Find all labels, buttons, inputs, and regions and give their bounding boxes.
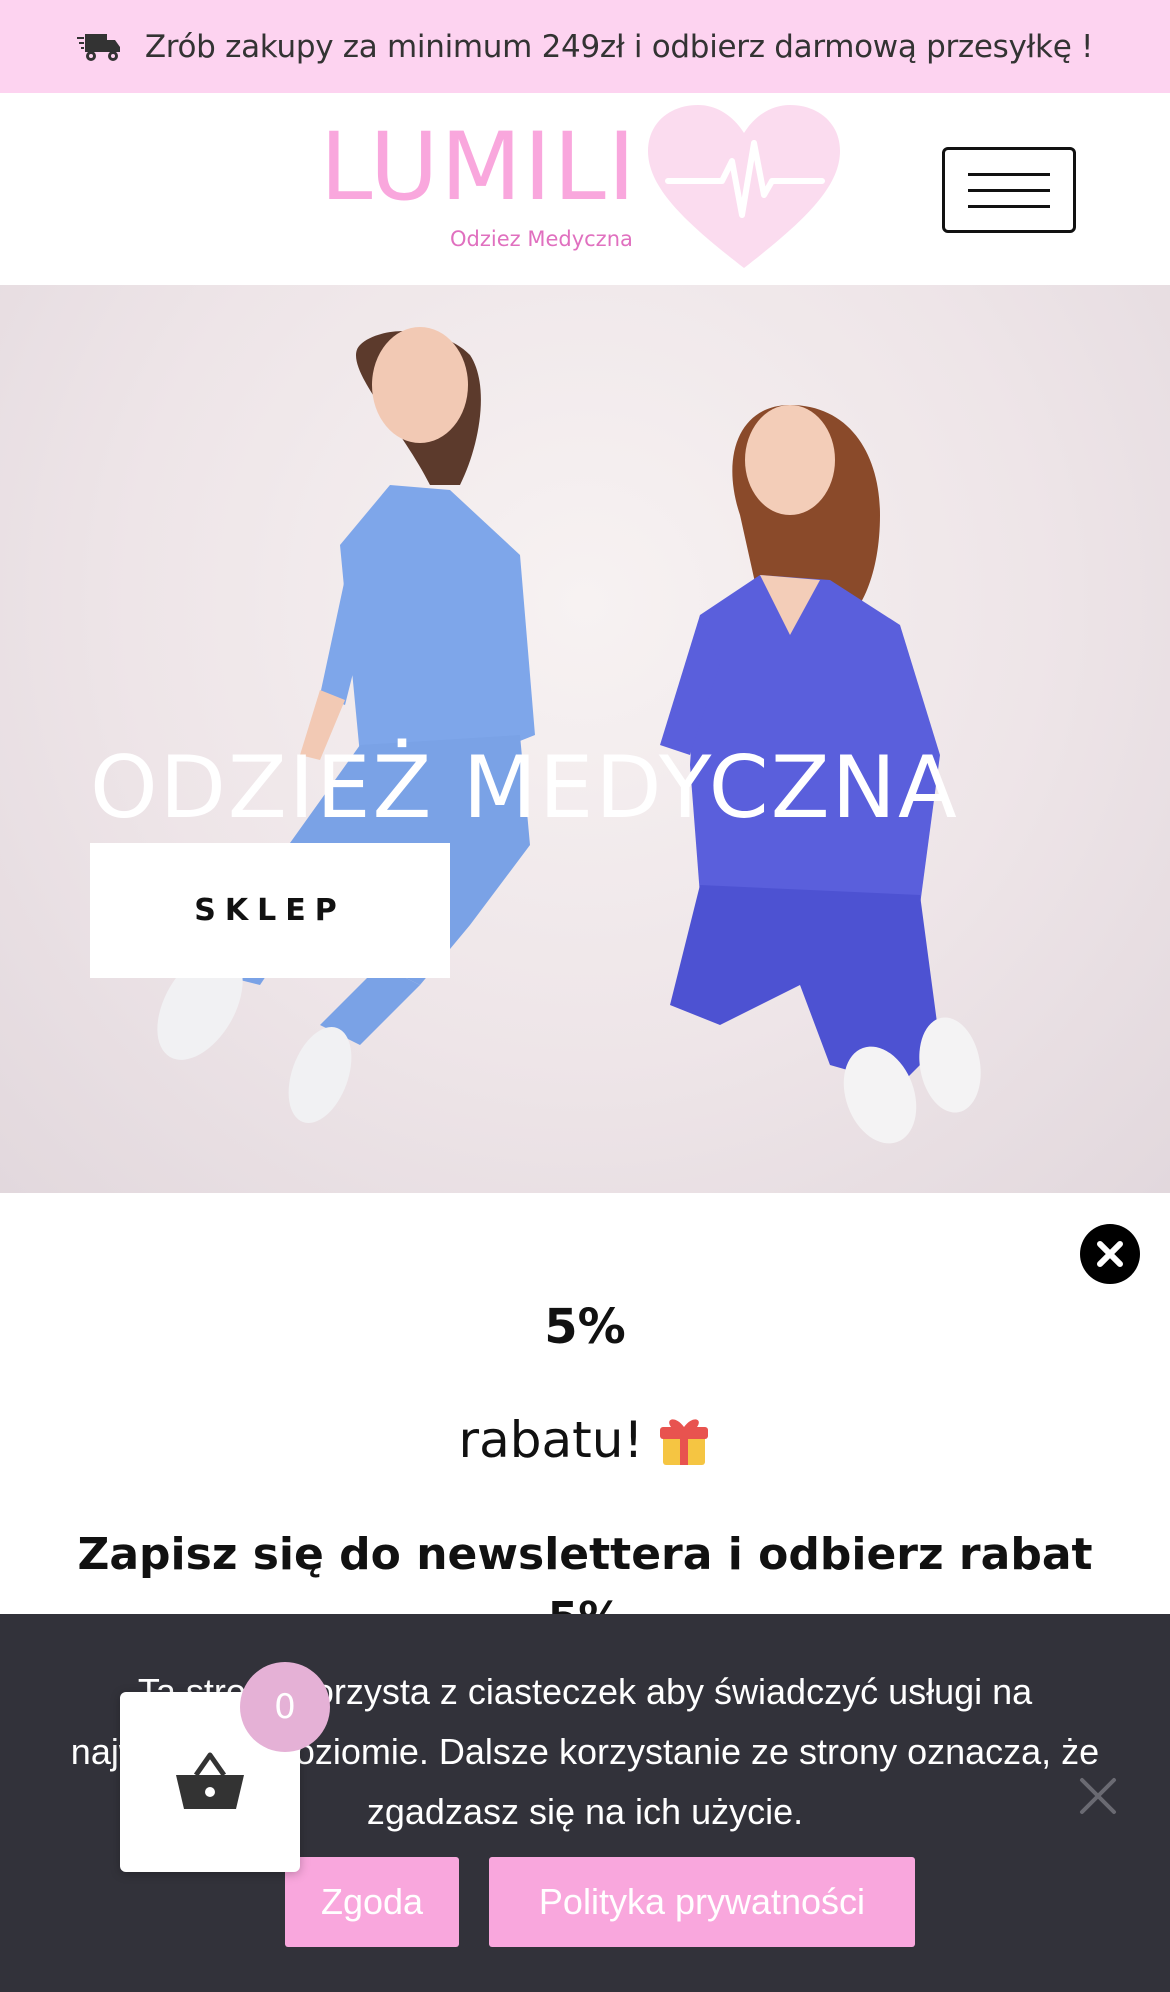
close-icon xyxy=(1097,1241,1123,1267)
logo-wordmark: LUMILI xyxy=(320,113,638,222)
logo-tagline: Odziez Medyczna xyxy=(450,227,633,251)
promo-bar: Zrób zakupy za minimum 249zł i odbierz d… xyxy=(0,0,1170,93)
cart-count-badge: 0 xyxy=(240,1662,330,1752)
gift-icon xyxy=(660,1419,709,1465)
cookie-agree-button[interactable]: Zgoda xyxy=(285,1857,459,1947)
shop-button[interactable]: SKLEP xyxy=(90,843,450,978)
discount-label: rabatu! xyxy=(458,1411,644,1469)
newsletter-section: 5% rabatu! Zapisz się do newslettera i o… xyxy=(0,1193,1170,1644)
logo[interactable]: LUMILI Odziez Medyczna xyxy=(320,103,840,273)
hero-title: ODZIEŻ MEDYCZNA xyxy=(90,738,959,838)
delivery-truck-icon xyxy=(76,33,120,61)
site-header: LUMILI Odziez Medyczna xyxy=(0,93,1170,285)
newsletter-close-button[interactable] xyxy=(1080,1224,1140,1284)
discount-label-row: rabatu! xyxy=(0,1411,1170,1469)
heart-pulse-icon xyxy=(648,105,840,268)
discount-percent: 5% xyxy=(544,1299,626,1355)
promo-text: Zrób zakupy za minimum 249zł i odbierz d… xyxy=(144,28,1094,65)
hero-banner: ODZIEŻ MEDYCZNA SKLEP xyxy=(0,285,1170,1193)
hamburger-menu-icon[interactable] xyxy=(942,147,1076,233)
cookie-close-icon[interactable] xyxy=(1076,1774,1120,1818)
hero-figure-left xyxy=(157,327,535,1123)
basket-icon xyxy=(176,1752,244,1809)
privacy-policy-button[interactable]: Polityka prywatności xyxy=(489,1857,915,1947)
